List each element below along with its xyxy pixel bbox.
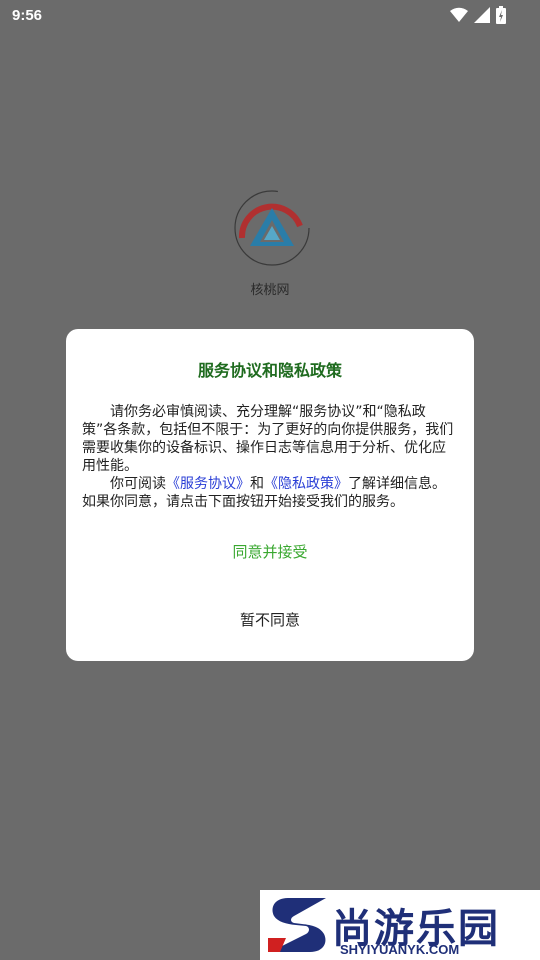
- service-agreement-link[interactable]: 《服务协议》: [166, 476, 250, 492]
- watermark-url: SHYIYUANYK.COM: [340, 942, 460, 957]
- watermark-logo-icon: [268, 898, 326, 952]
- privacy-policy-link[interactable]: 《隐私政策》: [264, 476, 348, 492]
- and-text: 和: [250, 476, 264, 492]
- dialog-title: 服务协议和隐私政策: [197, 361, 342, 380]
- wifi-icon: [450, 7, 468, 23]
- watermark: 尚游乐园 SHYIYUANYK.COM: [260, 890, 540, 960]
- privacy-dialog: 服务协议和隐私政策 请你务必审慎阅读、充分理解“服务协议”和“隐私政策”各条款，…: [66, 329, 474, 661]
- status-bar: 9:56: [0, 0, 540, 32]
- status-icons: [450, 6, 506, 24]
- app-logo-icon: [234, 190, 310, 266]
- signal-icon: [474, 7, 490, 23]
- decline-button[interactable]: 暂不同意: [66, 609, 474, 630]
- dialog-paragraph-1: 请你务必审慎阅读、充分理解“服务协议”和“隐私政策”各条款，包括但不限于：为了更…: [82, 404, 454, 474]
- agree-button[interactable]: 同意并接受: [66, 541, 474, 562]
- app-name: 核桃网: [250, 283, 290, 298]
- para2-prefix: 你可阅读: [110, 476, 166, 492]
- status-time: 9:56: [12, 7, 43, 24]
- battery-icon: [496, 6, 506, 24]
- dialog-paragraph-2: 你可阅读《服务协议》和《隐私政策》了解详细信息。如果你同意，请点击下面按钮开始接…: [82, 475, 458, 511]
- dialog-body: 请你务必审慎阅读、充分理解“服务协议”和“隐私政策”各条款，包括但不限于：为了更…: [82, 403, 458, 511]
